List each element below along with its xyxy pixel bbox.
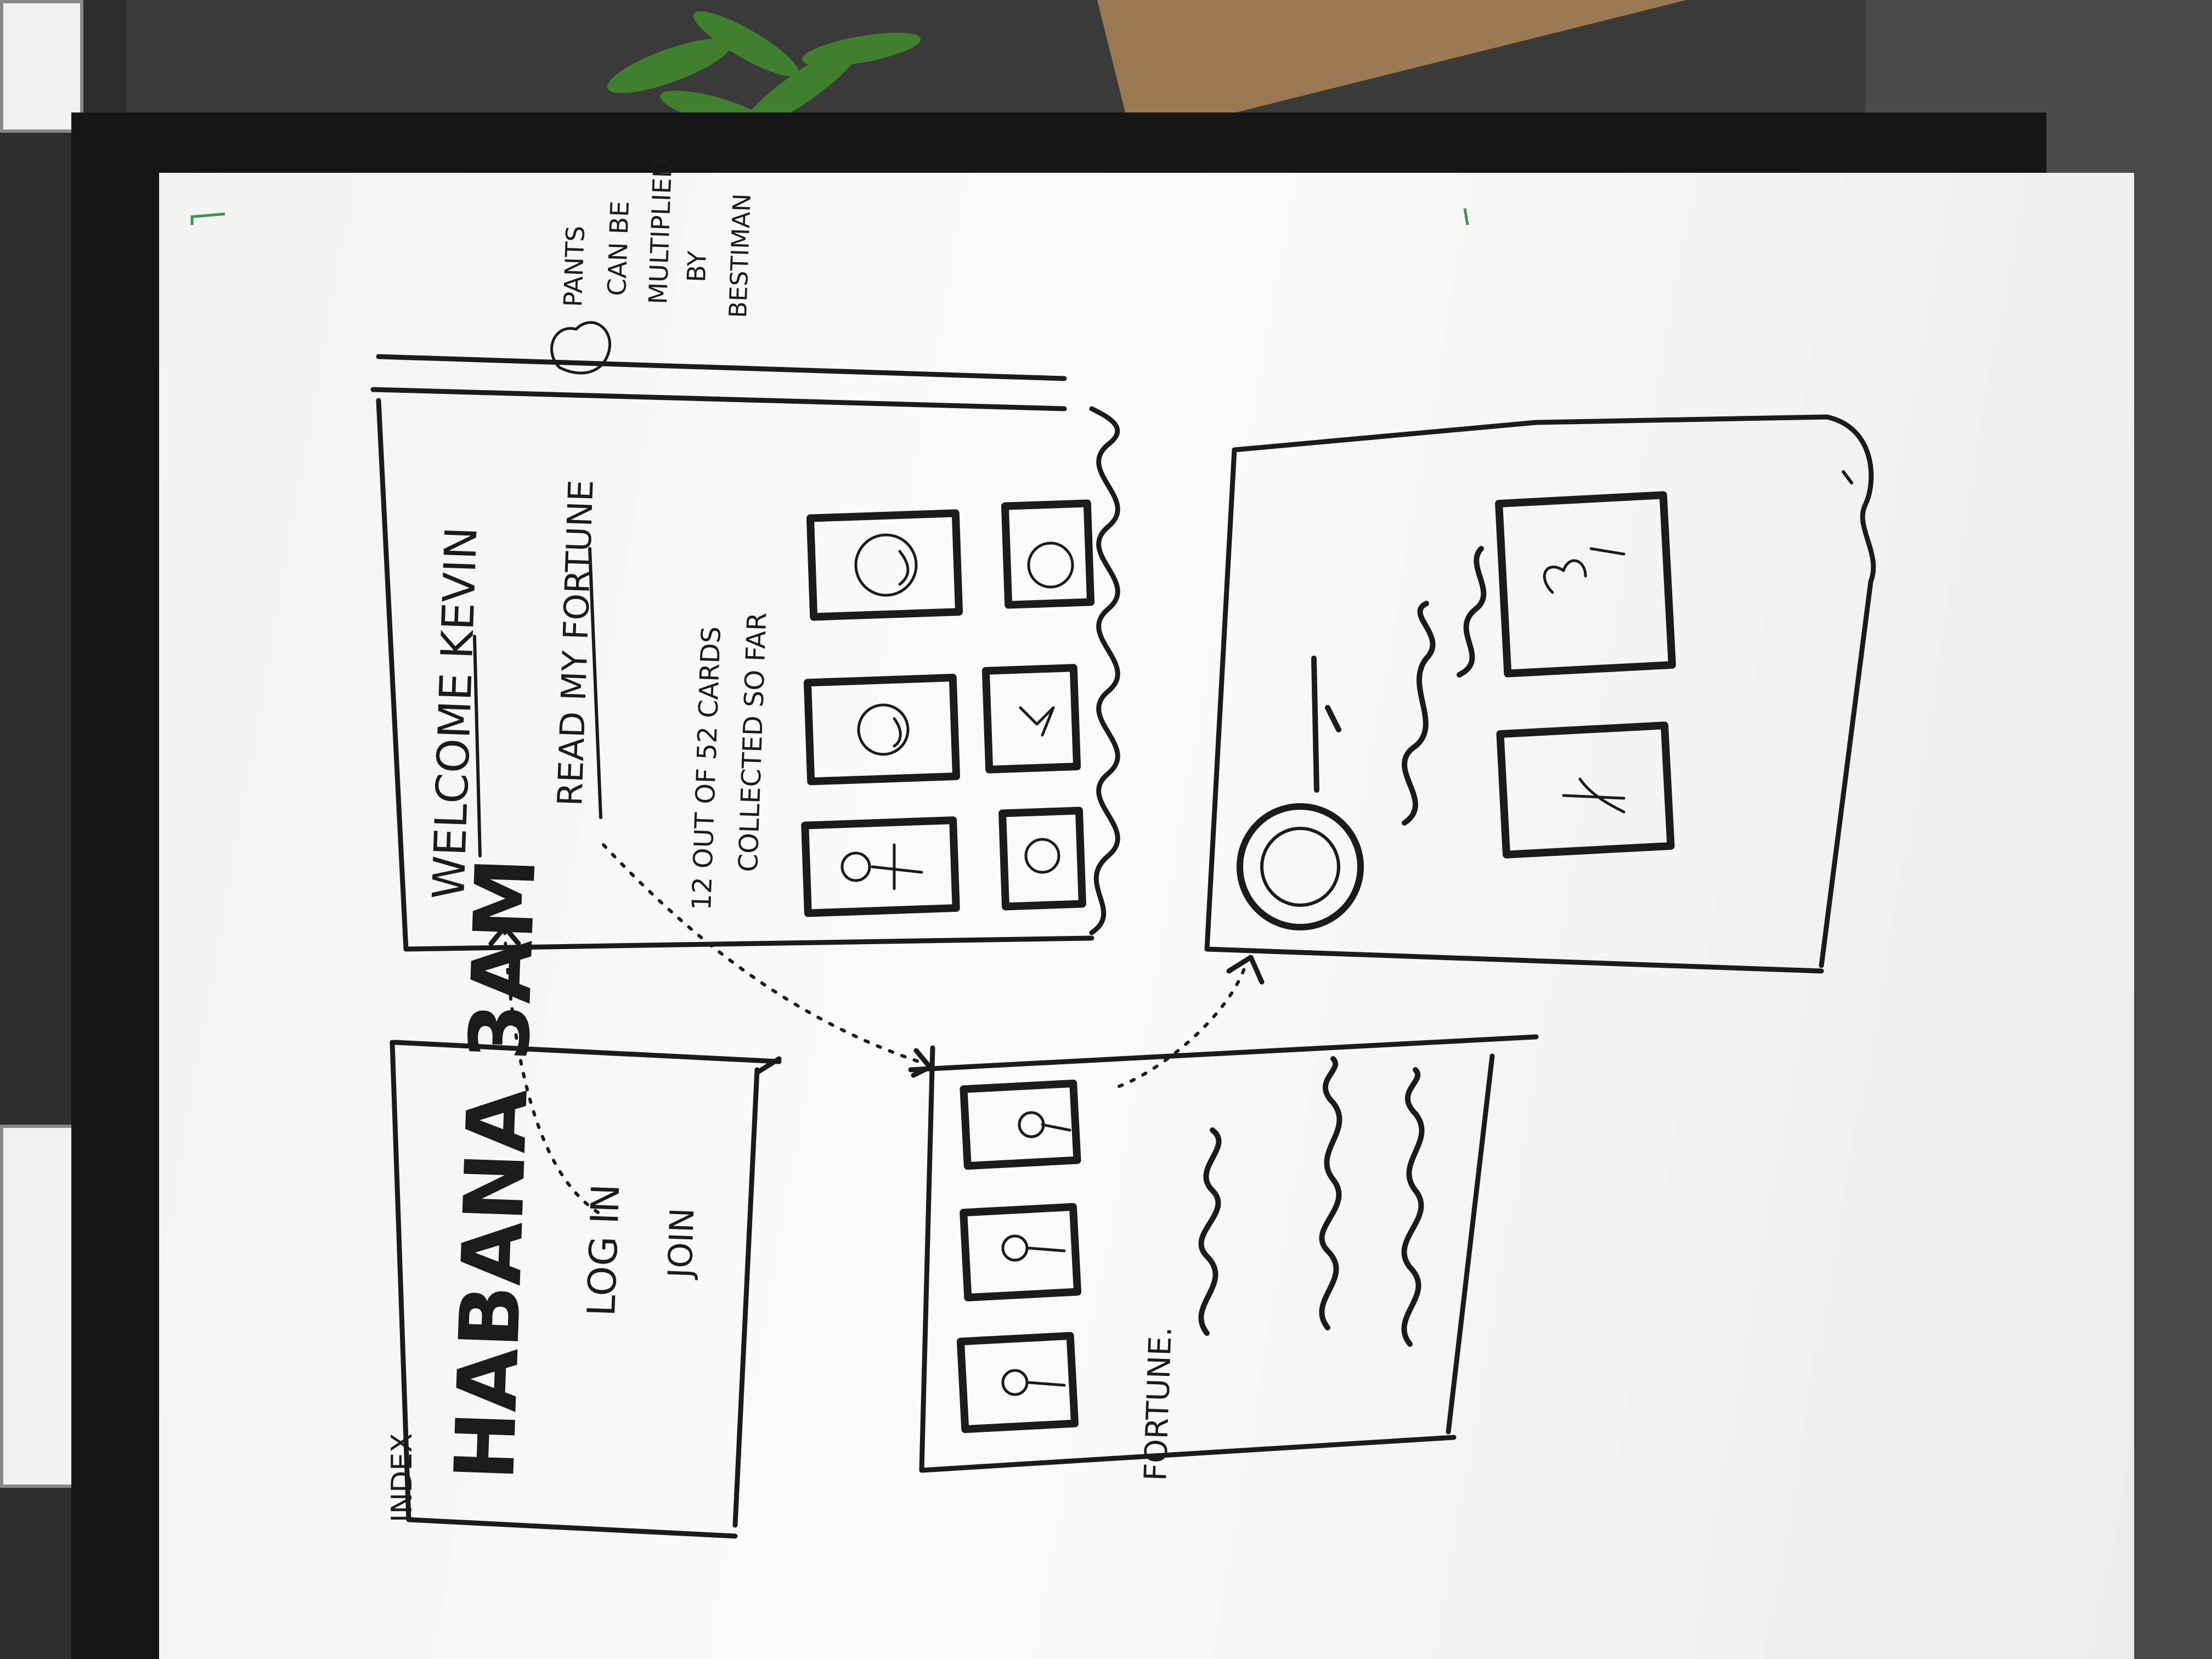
note-mark (1842, 470, 1853, 484)
card[interactable] (1495, 491, 1676, 678)
card[interactable] (803, 674, 961, 786)
side-note: PANTS CAN BE MULTIPLIED BY BESTIMAN (550, 158, 757, 375)
flow-arrow (602, 843, 929, 1066)
note-line: CAN BE (602, 200, 635, 296)
flow-arrow (1118, 964, 1247, 1088)
detail-text-scribble (1457, 546, 1487, 678)
note-line: BESTIMAN (724, 193, 757, 318)
cards-collected-line2: COLLECTED SO FAR (733, 612, 772, 872)
card-avatar (1237, 803, 1364, 930)
card[interactable] (960, 1203, 1082, 1302)
card[interactable] (806, 509, 963, 621)
card-grid (801, 499, 1095, 917)
note-line: MULTIPLIED (643, 158, 678, 304)
fortune-text-scribble (1198, 1127, 1222, 1336)
wireframe-sketch: INDEX HABANA 3AM LOG IN JOIN WELCOME KEV… (190, 158, 1876, 1539)
card-detail-screen (1204, 414, 1876, 974)
corner-mark (1463, 208, 1469, 225)
detail-text-scribble (1402, 601, 1436, 826)
login-screen: INDEX HABANA 3AM LOG IN JOIN (386, 856, 782, 1539)
detail-text-scribble (1311, 656, 1341, 793)
card[interactable] (998, 806, 1086, 911)
note-line: BY (681, 250, 712, 283)
fortune-text-scribble (1319, 1056, 1342, 1330)
card[interactable] (1001, 499, 1095, 609)
flow-arrows (488, 843, 1265, 1214)
corner-mark (190, 212, 225, 225)
card[interactable] (1496, 721, 1675, 859)
note-line: PANTS (558, 225, 590, 308)
cards-collected-line1: 12 OUT OF 52 CARDS (686, 626, 727, 911)
fortune-heading: FORTUNE. (1138, 1326, 1179, 1482)
fortune-text-scribble (1401, 1067, 1425, 1347)
index-label: INDEX (386, 1433, 419, 1522)
card[interactable] (956, 1331, 1079, 1434)
torn-edge (1089, 406, 1120, 935)
join-link[interactable]: JOIN (661, 1207, 702, 1281)
arrowhead (911, 1048, 933, 1078)
fortune-screen: FORTUNE. (908, 1034, 1539, 1482)
